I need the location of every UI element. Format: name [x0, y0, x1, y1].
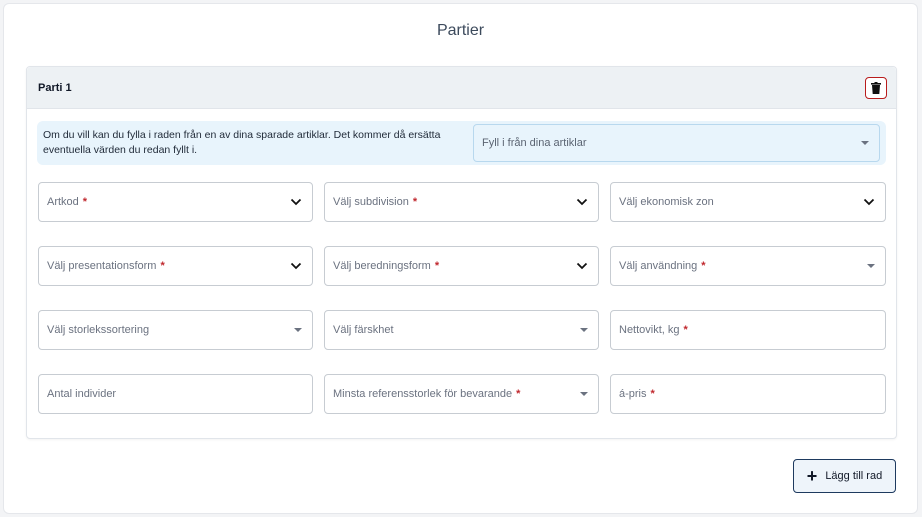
- field-label-text: Välj beredningsform: [333, 260, 431, 272]
- field-label-text: Artkod: [47, 196, 79, 208]
- field-label-text: Välj subdivision: [333, 196, 409, 208]
- field-label-text: Välj storlekssortering: [47, 324, 150, 336]
- chevron-down-icon: [863, 198, 875, 206]
- parti-fields-grid: Artkod * Välj subdivision * Välj ekonomisk z…: [38, 182, 887, 414]
- field-label: Välj ekonomisk zon: [619, 196, 714, 208]
- field-label-text: Nettovikt, kg: [619, 324, 680, 336]
- delete-parti-button[interactable]: [865, 76, 887, 99]
- page-title: Partier: [436, 22, 485, 39]
- add-row-button[interactable]: + Lägg till rad: [793, 459, 896, 493]
- field-label: Nettovikt, kg *: [619, 324, 688, 336]
- add-row-label: Lägg till rad: [825, 470, 883, 482]
- required-marker: *: [160, 260, 165, 272]
- field-label-text: Välj presentationsform: [47, 260, 157, 272]
- chevron-down-icon: [290, 198, 302, 206]
- field-label: Minsta referensstorlek för bevarande *: [333, 388, 520, 400]
- field-label: Antal individer: [47, 388, 116, 400]
- field-label: Välj användning *: [619, 260, 706, 272]
- prefill-banner: Om du vill kan du fylla i raden från en …: [37, 121, 886, 165]
- prefill-info-text: Om du vill kan du fylla i raden från en …: [43, 129, 441, 156]
- ekonomisk-zon-select[interactable]: Välj ekonomisk zon: [610, 182, 886, 222]
- presentationsform-select[interactable]: Välj presentationsform *: [38, 246, 313, 286]
- prefill-articles-select[interactable]: Fyll i från dina artiklar: [473, 124, 880, 162]
- field-label-text: Välj användning: [619, 260, 698, 272]
- required-marker: *: [412, 196, 418, 208]
- parti-panel: Parti 1 Om du vill kan du fylla i raden …: [26, 66, 897, 439]
- field-label-text: á-pris: [619, 388, 647, 400]
- minsta-referensstorlek-select[interactable]: Minsta referensstorlek för bevarande *: [324, 374, 599, 414]
- chevron-down-icon: [290, 262, 302, 270]
- nettovikt-input[interactable]: Nettovikt, kg *: [610, 310, 886, 350]
- caret-down-icon: [861, 141, 869, 145]
- field-label-text: Välj färskhet: [333, 324, 394, 336]
- parti-title: Parti 1: [38, 81, 72, 94]
- required-marker: *: [683, 324, 688, 336]
- beredningsform-select[interactable]: Välj beredningsform *: [324, 246, 599, 286]
- artkod-select[interactable]: Artkod *: [38, 182, 313, 222]
- chevron-down-icon: [576, 262, 588, 270]
- required-marker: *: [701, 260, 706, 272]
- subdivision-select[interactable]: Välj subdivision *: [324, 182, 599, 222]
- plus-icon: +: [806, 466, 818, 486]
- field-label: Välj beredningsform *: [333, 260, 439, 272]
- field-label: Välj storlekssortering: [47, 324, 149, 336]
- caret-down-icon: [867, 264, 875, 268]
- field-label: Välj presentationsform *: [47, 260, 165, 272]
- antal-individer-input[interactable]: Antal individer: [38, 374, 313, 414]
- farskhet-select[interactable]: Välj färskhet: [324, 310, 599, 350]
- required-marker: *: [82, 196, 88, 208]
- partier-card: Partier Parti 1 Om du vill kan du fylla …: [3, 3, 918, 514]
- caret-down-icon: [580, 392, 588, 396]
- field-label-text: Antal individer: [47, 388, 117, 400]
- caret-down-icon: [580, 328, 588, 332]
- anvandning-select[interactable]: Välj användning *: [610, 246, 886, 286]
- field-label: Välj färskhet: [333, 324, 394, 336]
- field-label: Välj subdivision *: [333, 196, 417, 208]
- caret-down-icon: [294, 328, 302, 332]
- required-marker: *: [650, 388, 655, 400]
- storlekssortering-select[interactable]: Välj storlekssortering: [38, 310, 313, 350]
- chevron-down-icon: [576, 198, 588, 206]
- field-label-text: Välj ekonomisk zon: [619, 196, 714, 208]
- a-pris-input[interactable]: á-pris *: [610, 374, 886, 414]
- parti-header: Parti 1: [27, 67, 896, 109]
- field-label: Artkod *: [47, 196, 87, 208]
- required-marker: *: [434, 260, 440, 272]
- prefill-select-placeholder: Fyll i från dina artiklar: [482, 137, 587, 149]
- field-label: á-pris *: [619, 388, 655, 400]
- field-label-text: Minsta referensstorlek för bevarande: [333, 388, 513, 400]
- trash-icon: [871, 81, 881, 94]
- required-marker: *: [516, 388, 521, 400]
